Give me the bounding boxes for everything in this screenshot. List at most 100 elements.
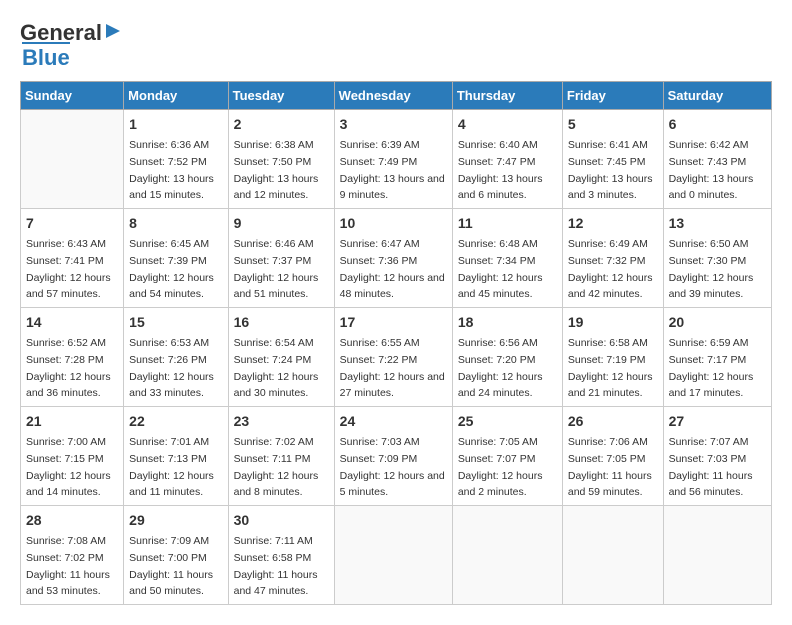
day-number: 30 bbox=[234, 510, 329, 531]
calendar-cell: 30 Sunrise: 7:11 AMSunset: 6:58 PMDayligh… bbox=[228, 506, 334, 605]
day-number: 29 bbox=[129, 510, 222, 531]
calendar-cell: 29 Sunrise: 7:09 AMSunset: 7:00 PMDayligh… bbox=[124, 506, 228, 605]
day-number: 4 bbox=[458, 114, 557, 135]
day-number: 10 bbox=[340, 213, 447, 234]
calendar-cell: 1 Sunrise: 6:36 AMSunset: 7:52 PMDaylight… bbox=[124, 110, 228, 209]
calendar-cell: 18Sunrise: 6:56 AMSunset: 7:20 PMDayligh… bbox=[452, 308, 562, 407]
day-info: Sunrise: 6:53 AMSunset: 7:26 PMDaylight:… bbox=[129, 337, 214, 399]
day-info: Sunrise: 6:48 AMSunset: 7:34 PMDaylight:… bbox=[458, 238, 543, 300]
day-info: Sunrise: 7:09 AMSunset: 7:00 PMDaylight:… bbox=[129, 535, 213, 597]
day-info: Sunrise: 7:00 AMSunset: 7:15 PMDaylight:… bbox=[26, 436, 111, 498]
day-number: 12 bbox=[568, 213, 658, 234]
day-info: Sunrise: 6:49 AMSunset: 7:32 PMDaylight:… bbox=[568, 238, 653, 300]
calendar-cell: 4Sunrise: 6:40 AMSunset: 7:47 PMDaylight… bbox=[452, 110, 562, 209]
calendar-cell: 10 Sunrise: 6:47 AMSunset: 7:36 PMDayligh… bbox=[334, 209, 452, 308]
calendar-cell: 15 Sunrise: 6:53 AMSunset: 7:26 PMDayligh… bbox=[124, 308, 228, 407]
day-info: Sunrise: 6:52 AMSunset: 7:28 PMDaylight:… bbox=[26, 337, 111, 399]
day-info: Sunrise: 6:55 AMSunset: 7:22 PMDaylight:… bbox=[340, 337, 445, 399]
day-number: 14 bbox=[26, 312, 118, 333]
calendar-cell: 25 Sunrise: 7:05 AMSunset: 7:07 PMDayligh… bbox=[452, 407, 562, 506]
logo-arrow-icon bbox=[104, 22, 122, 40]
calendar-cell: 9 Sunrise: 6:46 AMSunset: 7:37 PMDaylight… bbox=[228, 209, 334, 308]
calendar-cell: 14 Sunrise: 6:52 AMSunset: 7:28 PMDayligh… bbox=[21, 308, 124, 407]
weekday-header-monday: Monday bbox=[124, 82, 228, 110]
calendar-cell: 13Sunrise: 6:50 AMSunset: 7:30 PMDayligh… bbox=[663, 209, 771, 308]
day-number: 6 bbox=[669, 114, 766, 135]
calendar-cell: 12 Sunrise: 6:49 AMSunset: 7:32 PMDayligh… bbox=[562, 209, 663, 308]
logo: General Blue bbox=[20, 20, 122, 71]
calendar-cell bbox=[663, 506, 771, 605]
day-number: 15 bbox=[129, 312, 222, 333]
calendar-cell: 16 Sunrise: 6:54 AMSunset: 7:24 PMDayligh… bbox=[228, 308, 334, 407]
day-number: 20 bbox=[669, 312, 766, 333]
day-info: Sunrise: 6:39 AMSunset: 7:49 PMDaylight:… bbox=[340, 139, 445, 201]
day-info: Sunrise: 6:54 AMSunset: 7:24 PMDaylight:… bbox=[234, 337, 319, 399]
day-number: 8 bbox=[129, 213, 222, 234]
page-header: General Blue bbox=[20, 20, 772, 71]
day-info: Sunrise: 6:47 AMSunset: 7:36 PMDaylight:… bbox=[340, 238, 445, 300]
day-info: Sunrise: 6:46 AMSunset: 7:37 PMDaylight:… bbox=[234, 238, 319, 300]
day-info: Sunrise: 7:08 AMSunset: 7:02 PMDaylight:… bbox=[26, 535, 110, 597]
day-number: 17 bbox=[340, 312, 447, 333]
weekday-header-tuesday: Tuesday bbox=[228, 82, 334, 110]
calendar-cell bbox=[562, 506, 663, 605]
calendar-cell: 26 Sunrise: 7:06 AMSunset: 7:05 PMDayligh… bbox=[562, 407, 663, 506]
calendar-week-3: 21 Sunrise: 7:00 AMSunset: 7:15 PMDayligh… bbox=[21, 407, 772, 506]
calendar-cell: 20 Sunrise: 6:59 AMSunset: 7:17 PMDayligh… bbox=[663, 308, 771, 407]
day-info: Sunrise: 6:38 AMSunset: 7:50 PMDaylight:… bbox=[234, 139, 319, 201]
day-info: Sunrise: 6:45 AMSunset: 7:39 PMDaylight:… bbox=[129, 238, 214, 300]
calendar-week-2: 14 Sunrise: 6:52 AMSunset: 7:28 PMDayligh… bbox=[21, 308, 772, 407]
day-number: 28 bbox=[26, 510, 118, 531]
weekday-header-thursday: Thursday bbox=[452, 82, 562, 110]
calendar-cell: 17 Sunrise: 6:55 AMSunset: 7:22 PMDayligh… bbox=[334, 308, 452, 407]
calendar-cell: 3 Sunrise: 6:39 AMSunset: 7:49 PMDaylight… bbox=[334, 110, 452, 209]
calendar-cell: 24 Sunrise: 7:03 AMSunset: 7:09 PMDayligh… bbox=[334, 407, 452, 506]
weekday-header-wednesday: Wednesday bbox=[334, 82, 452, 110]
day-info: Sunrise: 6:41 AMSunset: 7:45 PMDaylight:… bbox=[568, 139, 653, 201]
calendar-cell: 8 Sunrise: 6:45 AMSunset: 7:39 PMDaylight… bbox=[124, 209, 228, 308]
day-info: Sunrise: 6:43 AMSunset: 7:41 PMDaylight:… bbox=[26, 238, 111, 300]
day-number: 21 bbox=[26, 411, 118, 432]
calendar-cell: 6 Sunrise: 6:42 AMSunset: 7:43 PMDaylight… bbox=[663, 110, 771, 209]
day-number: 2 bbox=[234, 114, 329, 135]
calendar-cell: 11Sunrise: 6:48 AMSunset: 7:34 PMDayligh… bbox=[452, 209, 562, 308]
weekday-header-friday: Friday bbox=[562, 82, 663, 110]
day-info: Sunrise: 6:50 AMSunset: 7:30 PMDaylight:… bbox=[669, 238, 754, 300]
day-number: 16 bbox=[234, 312, 329, 333]
calendar-week-0: 1 Sunrise: 6:36 AMSunset: 7:52 PMDaylight… bbox=[21, 110, 772, 209]
weekday-header-sunday: Sunday bbox=[21, 82, 124, 110]
calendar-cell: 5 Sunrise: 6:41 AMSunset: 7:45 PMDaylight… bbox=[562, 110, 663, 209]
calendar-week-1: 7 Sunrise: 6:43 AMSunset: 7:41 PMDaylight… bbox=[21, 209, 772, 308]
calendar-cell: 21 Sunrise: 7:00 AMSunset: 7:15 PMDayligh… bbox=[21, 407, 124, 506]
day-info: Sunrise: 6:42 AMSunset: 7:43 PMDaylight:… bbox=[669, 139, 754, 201]
day-number: 7 bbox=[26, 213, 118, 234]
day-number: 3 bbox=[340, 114, 447, 135]
day-info: Sunrise: 7:03 AMSunset: 7:09 PMDaylight:… bbox=[340, 436, 445, 498]
day-info: Sunrise: 6:58 AMSunset: 7:19 PMDaylight:… bbox=[568, 337, 653, 399]
day-info: Sunrise: 7:06 AMSunset: 7:05 PMDaylight:… bbox=[568, 436, 652, 498]
day-number: 18 bbox=[458, 312, 557, 333]
day-info: Sunrise: 7:11 AMSunset: 6:58 PMDaylight:… bbox=[234, 535, 318, 597]
day-number: 25 bbox=[458, 411, 557, 432]
day-number: 9 bbox=[234, 213, 329, 234]
day-number: 27 bbox=[669, 411, 766, 432]
calendar-cell bbox=[334, 506, 452, 605]
calendar-cell: 7 Sunrise: 6:43 AMSunset: 7:41 PMDaylight… bbox=[21, 209, 124, 308]
calendar-cell bbox=[21, 110, 124, 209]
day-info: Sunrise: 7:07 AMSunset: 7:03 PMDaylight:… bbox=[669, 436, 753, 498]
day-number: 24 bbox=[340, 411, 447, 432]
day-info: Sunrise: 6:59 AMSunset: 7:17 PMDaylight:… bbox=[669, 337, 754, 399]
day-number: 1 bbox=[129, 114, 222, 135]
day-number: 23 bbox=[234, 411, 329, 432]
day-info: Sunrise: 7:05 AMSunset: 7:07 PMDaylight:… bbox=[458, 436, 543, 498]
day-number: 22 bbox=[129, 411, 222, 432]
calendar-table: SundayMondayTuesdayWednesdayThursdayFrid… bbox=[20, 81, 772, 605]
calendar-cell: 23Sunrise: 7:02 AMSunset: 7:11 PMDayligh… bbox=[228, 407, 334, 506]
calendar-week-4: 28 Sunrise: 7:08 AMSunset: 7:02 PMDayligh… bbox=[21, 506, 772, 605]
day-number: 5 bbox=[568, 114, 658, 135]
calendar-cell: 28 Sunrise: 7:08 AMSunset: 7:02 PMDayligh… bbox=[21, 506, 124, 605]
calendar-cell bbox=[452, 506, 562, 605]
day-info: Sunrise: 7:01 AMSunset: 7:13 PMDaylight:… bbox=[129, 436, 214, 498]
day-number: 26 bbox=[568, 411, 658, 432]
day-info: Sunrise: 6:36 AMSunset: 7:52 PMDaylight:… bbox=[129, 139, 214, 201]
